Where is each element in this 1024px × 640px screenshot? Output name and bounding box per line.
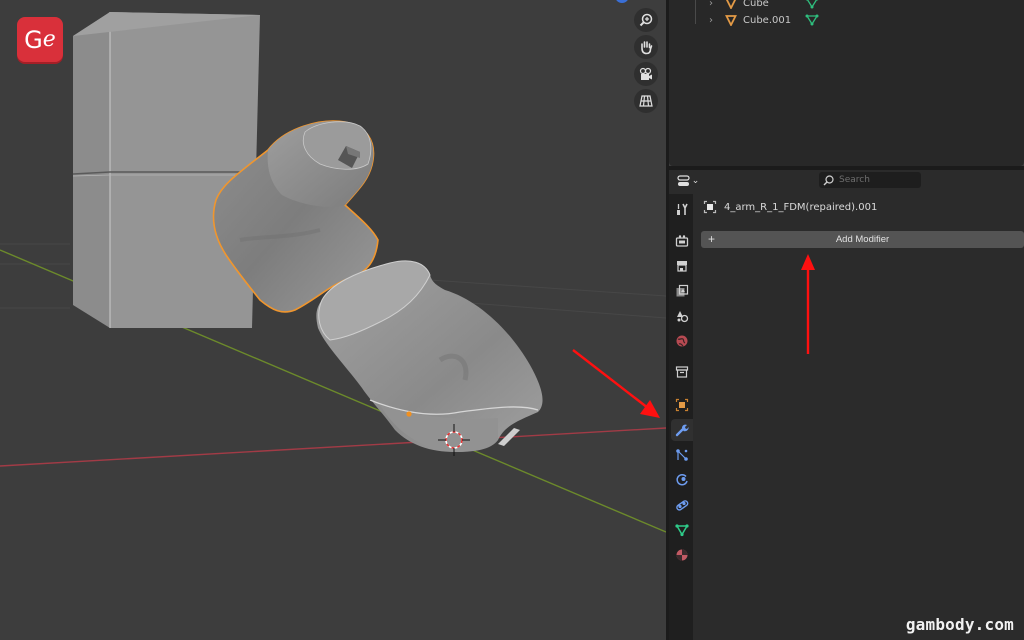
tab-scene[interactable] xyxy=(671,305,693,327)
object-origin-dot xyxy=(406,411,412,417)
viewport-scene[interactable] xyxy=(0,0,666,640)
tab-render[interactable] xyxy=(671,230,693,252)
x-axis-line xyxy=(0,427,666,467)
tab-world[interactable] xyxy=(671,330,693,352)
pan-button[interactable] xyxy=(634,35,658,59)
search-icon xyxy=(823,174,834,185)
zoom-icon xyxy=(639,13,653,27)
search-input[interactable] xyxy=(839,175,919,185)
tab-material[interactable] xyxy=(671,544,693,566)
forearm-object[interactable] xyxy=(316,260,543,452)
output-icon xyxy=(677,261,687,272)
material-icon xyxy=(676,549,688,561)
mesh-data-icon[interactable] xyxy=(805,0,819,10)
tool-icon xyxy=(677,203,688,215)
chevron-down-icon: ⌄ xyxy=(691,176,700,186)
zoom-button[interactable] xyxy=(634,8,658,32)
outliner-panel: › Cube › Cube.001 xyxy=(669,0,1024,166)
3d-viewport[interactable]: Ge xyxy=(0,0,666,640)
view-layer-icon xyxy=(676,284,689,297)
mesh-object-icon xyxy=(725,0,737,9)
active-object-name: 4_arm_R_1_FDM(repaired).001 xyxy=(724,201,878,213)
add-modifier-button[interactable]: + Add Modifier xyxy=(701,231,1024,248)
properties-editor: ⌄ Search 4_arm_R_1_FDM(repaired).001 + A… xyxy=(669,170,1024,640)
editor-type-icon xyxy=(677,175,690,186)
gambody-logo: Ge xyxy=(17,17,63,62)
expand-chevron-icon[interactable]: › xyxy=(709,15,719,26)
object-icon xyxy=(675,398,689,412)
tree-indent-line xyxy=(695,0,696,24)
editor-type-dropdown[interactable]: ⌄ xyxy=(673,172,703,190)
watermark: gambody.com xyxy=(905,615,1014,634)
collection-icon xyxy=(675,366,689,378)
tab-modifiers[interactable] xyxy=(671,419,693,441)
mesh-object-icon xyxy=(725,15,737,26)
tab-particles[interactable] xyxy=(671,444,693,466)
add-modifier-label: Add Modifier xyxy=(835,234,890,245)
mesh-data-icon[interactable] xyxy=(805,13,819,27)
expand-chevron-icon[interactable]: › xyxy=(709,0,719,9)
blender-window: Ge › Cube › Cube.001 ⌄ Search 4_arm_R_1_… xyxy=(0,0,1024,640)
tab-object[interactable] xyxy=(671,394,693,416)
tab-view-layer[interactable] xyxy=(671,280,693,302)
tab-collection[interactable] xyxy=(671,361,693,383)
hand-pan-icon xyxy=(641,41,653,55)
particles-icon xyxy=(676,449,688,461)
cube-object[interactable] xyxy=(72,12,260,328)
plus-icon: + xyxy=(708,232,716,246)
render-icon xyxy=(675,235,689,247)
object-icon xyxy=(703,200,717,214)
properties-tabs xyxy=(669,194,693,640)
active-object-header: 4_arm_R_1_FDM(repaired).001 xyxy=(703,200,877,214)
object-data-icon xyxy=(675,524,689,537)
tab-object-data[interactable] xyxy=(671,519,693,541)
tab-output[interactable] xyxy=(671,255,693,277)
tab-constraints[interactable] xyxy=(671,494,693,516)
constraints-icon xyxy=(676,500,689,511)
tab-physics[interactable] xyxy=(671,469,693,491)
modifier-wrench-icon xyxy=(675,424,689,437)
outliner-item-name: Cube xyxy=(743,0,769,9)
properties-search[interactable] xyxy=(819,172,921,188)
properties-header: ⌄ xyxy=(669,170,1024,192)
toggle-perspective-button[interactable] xyxy=(634,89,658,113)
navigation-gizmos xyxy=(634,8,660,116)
outliner-item-name: Cube.001 xyxy=(743,14,792,26)
outliner-item-cube-001[interactable]: › Cube.001 xyxy=(709,11,819,29)
camera-view-icon xyxy=(639,67,652,80)
axis-gizmo-z[interactable] xyxy=(615,0,629,3)
physics-icon xyxy=(676,474,688,486)
grid-perspective-icon xyxy=(639,95,653,107)
world-icon xyxy=(676,335,688,347)
logo-letter-e: e xyxy=(42,27,56,52)
camera-view-button[interactable] xyxy=(634,62,658,86)
tab-tool[interactable] xyxy=(671,198,693,220)
scene-icon xyxy=(677,311,689,323)
logo-letter-g: G xyxy=(24,25,43,54)
